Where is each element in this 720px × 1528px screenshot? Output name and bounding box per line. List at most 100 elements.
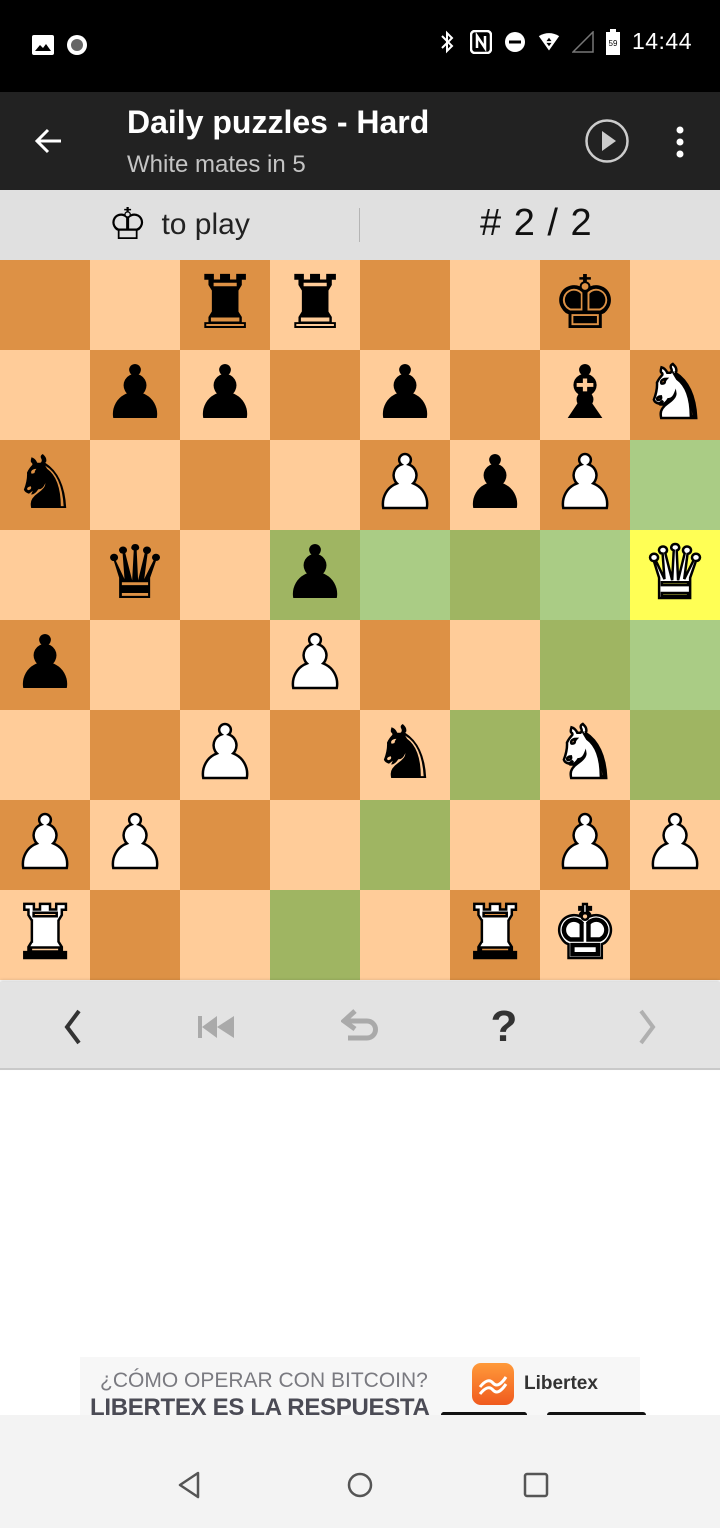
- white-pawn-icon[interactable]: ♟: [11, 805, 80, 882]
- square-c2[interactable]: [180, 800, 270, 890]
- white-pawn-icon[interactable]: ♟: [191, 715, 260, 792]
- square-c1[interactable]: [180, 890, 270, 980]
- black-pawn-icon[interactable]: ♟: [192, 356, 258, 430]
- square-f5[interactable]: [450, 530, 540, 620]
- square-h8[interactable]: [630, 260, 720, 350]
- square-a8[interactable]: [0, 260, 90, 350]
- square-d8[interactable]: ♜: [270, 260, 360, 350]
- white-rook-icon[interactable]: ♜: [461, 895, 530, 972]
- next-button[interactable]: [623, 1002, 673, 1052]
- square-b4[interactable]: [90, 620, 180, 710]
- ad-banner[interactable]: ¿CÓMO OPERAR CON BITCOIN? LIBERTEX ES LA…: [80, 1357, 640, 1415]
- square-g3[interactable]: ♞: [540, 710, 630, 800]
- black-knight-icon[interactable]: ♞: [372, 716, 438, 790]
- square-f2[interactable]: [450, 800, 540, 890]
- nav-recents-button[interactable]: [520, 1469, 552, 1501]
- square-h5[interactable]: ♛: [630, 530, 720, 620]
- square-g4[interactable]: [540, 620, 630, 710]
- square-b2[interactable]: ♟: [90, 800, 180, 890]
- chess-board[interactable]: ♜ ♜ ♚ ♟ ♟ ♟ ♝ ♞ ♞ ♟ ♟ ♟ ♛ ♟ ♛ ♟ ♟ ♟ ♞ ♞ ♟ ♟ ♟ ♟ ♜ ♜ ♚: [0, 260, 720, 980]
- square-a4[interactable]: ♟: [0, 620, 90, 710]
- white-pawn-icon[interactable]: ♟: [371, 445, 440, 522]
- white-pawn-icon[interactable]: ♟: [551, 445, 620, 522]
- square-d1[interactable]: [270, 890, 360, 980]
- square-c6[interactable]: [180, 440, 270, 530]
- white-pawn-icon[interactable]: ♟: [641, 805, 710, 882]
- square-f7[interactable]: [450, 350, 540, 440]
- square-c3[interactable]: ♟: [180, 710, 270, 800]
- square-f1[interactable]: ♜: [450, 890, 540, 980]
- square-e6[interactable]: ♟: [360, 440, 450, 530]
- square-e7[interactable]: ♟: [360, 350, 450, 440]
- square-c8[interactable]: ♜: [180, 260, 270, 350]
- square-h6[interactable]: [630, 440, 720, 530]
- square-f4[interactable]: [450, 620, 540, 710]
- square-f6[interactable]: ♟: [450, 440, 540, 530]
- square-e5[interactable]: [360, 530, 450, 620]
- square-a7[interactable]: [0, 350, 90, 440]
- square-d6[interactable]: [270, 440, 360, 530]
- square-e3[interactable]: ♞: [360, 710, 450, 800]
- black-knight-icon[interactable]: ♞: [12, 446, 78, 520]
- square-a5[interactable]: [0, 530, 90, 620]
- white-king-icon[interactable]: ♚: [551, 895, 620, 972]
- hint-button[interactable]: ?: [479, 1002, 529, 1052]
- overflow-menu-button[interactable]: [668, 122, 692, 162]
- previous-button[interactable]: [47, 1002, 97, 1052]
- white-knight-icon[interactable]: ♞: [641, 355, 710, 432]
- black-pawn-icon[interactable]: ♟: [372, 356, 438, 430]
- square-g2[interactable]: ♟: [540, 800, 630, 890]
- square-b6[interactable]: [90, 440, 180, 530]
- square-g7[interactable]: ♝: [540, 350, 630, 440]
- play-button[interactable]: [584, 118, 630, 164]
- black-rook-icon[interactable]: ♜: [192, 266, 258, 340]
- square-a1[interactable]: ♜: [0, 890, 90, 980]
- square-b7[interactable]: ♟: [90, 350, 180, 440]
- square-d5[interactable]: ♟: [270, 530, 360, 620]
- white-knight-icon[interactable]: ♞: [551, 715, 620, 792]
- square-h1[interactable]: [630, 890, 720, 980]
- square-c4[interactable]: [180, 620, 270, 710]
- square-a3[interactable]: [0, 710, 90, 800]
- black-pawn-icon[interactable]: ♟: [12, 626, 78, 700]
- black-pawn-icon[interactable]: ♟: [282, 536, 348, 610]
- square-h3[interactable]: [630, 710, 720, 800]
- back-button[interactable]: [28, 120, 70, 162]
- square-d2[interactable]: [270, 800, 360, 890]
- square-e2[interactable]: [360, 800, 450, 890]
- white-pawn-icon[interactable]: ♟: [551, 805, 620, 882]
- square-c5[interactable]: [180, 530, 270, 620]
- square-g5[interactable]: [540, 530, 630, 620]
- square-b8[interactable]: [90, 260, 180, 350]
- black-pawn-icon[interactable]: ♟: [462, 446, 528, 520]
- square-h7[interactable]: ♞: [630, 350, 720, 440]
- square-d3[interactable]: [270, 710, 360, 800]
- white-queen-icon[interactable]: ♛: [641, 535, 710, 612]
- black-pawn-icon[interactable]: ♟: [102, 356, 168, 430]
- white-rook-icon[interactable]: ♜: [11, 895, 80, 972]
- white-pawn-icon[interactable]: ♟: [101, 805, 170, 882]
- square-e1[interactable]: [360, 890, 450, 980]
- square-b5[interactable]: ♛: [90, 530, 180, 620]
- square-a2[interactable]: ♟: [0, 800, 90, 890]
- nav-home-button[interactable]: [344, 1469, 376, 1501]
- square-d4[interactable]: ♟: [270, 620, 360, 710]
- square-d7[interactable]: [270, 350, 360, 440]
- square-h2[interactable]: ♟: [630, 800, 720, 890]
- square-h4[interactable]: [630, 620, 720, 710]
- black-king-icon[interactable]: ♚: [552, 266, 618, 340]
- square-b1[interactable]: [90, 890, 180, 980]
- square-c7[interactable]: ♟: [180, 350, 270, 440]
- square-g1[interactable]: ♚: [540, 890, 630, 980]
- square-f3[interactable]: [450, 710, 540, 800]
- black-bishop-icon[interactable]: ♝: [552, 356, 618, 430]
- square-e4[interactable]: [360, 620, 450, 710]
- black-rook-icon[interactable]: ♜: [282, 266, 348, 340]
- square-b3[interactable]: [90, 710, 180, 800]
- square-e8[interactable]: [360, 260, 450, 350]
- undo-button[interactable]: [335, 1002, 385, 1052]
- square-g8[interactable]: ♚: [540, 260, 630, 350]
- nav-back-button[interactable]: [174, 1469, 206, 1501]
- square-a6[interactable]: ♞: [0, 440, 90, 530]
- first-move-button[interactable]: [191, 1002, 241, 1052]
